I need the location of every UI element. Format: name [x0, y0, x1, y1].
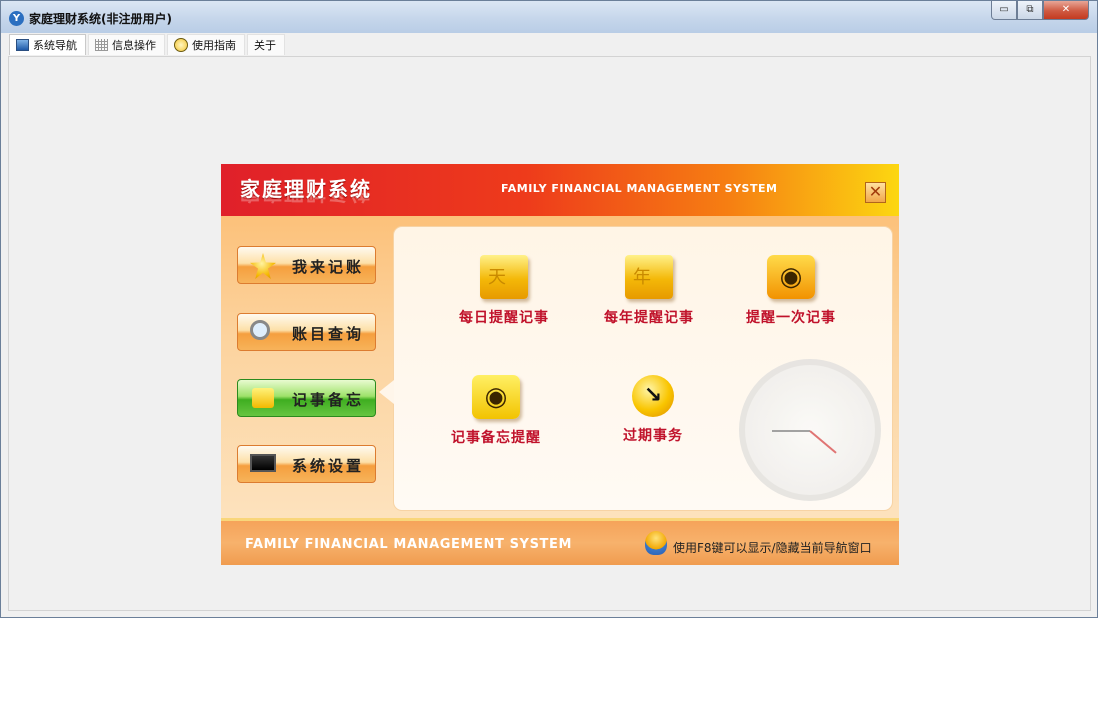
minimize-button[interactable]: ▭: [991, 1, 1017, 20]
panel-footer: FAMILY FINANCIAL MANAGEMENT SYSTEM 使用F8键…: [221, 518, 899, 565]
clock-watermark-icon: [739, 359, 881, 501]
magnifier-icon: [250, 320, 270, 340]
window-title: 家庭理财系统(非注册用户): [29, 12, 172, 26]
yearly-reminder-item[interactable]: 年 每年提醒记事: [584, 255, 714, 327]
menu-bar: 系统导航 信息操作 使用指南 关于: [9, 34, 287, 56]
monitor-icon: [250, 454, 276, 472]
item-label: 记事备忘提醒: [451, 430, 541, 446]
app-logo-icon: Y: [9, 11, 24, 26]
panel-close-button[interactable]: ✕: [865, 182, 886, 203]
one-time-reminder-item[interactable]: ◉ 提醒一次记事: [726, 255, 856, 327]
tab-user-guide[interactable]: 使用指南: [167, 34, 245, 55]
folder-glyph: 天: [488, 267, 506, 288]
button-label: 系统设置: [292, 457, 365, 475]
close-button[interactable]: ✕: [1043, 1, 1089, 20]
tab-label: 使用指南: [192, 39, 236, 52]
footer-hint: 使用F8键可以显示/隐藏当前导航窗口: [673, 541, 872, 555]
grid-icon: [95, 39, 108, 51]
panel-body: 我来记账 账目查询 记事备忘 系统设置 天 每日提醒记事 年 每年提醒记事 ◉ …: [221, 216, 899, 518]
restore-button[interactable]: ⧉: [1017, 1, 1043, 20]
button-label: 账目查询: [292, 325, 365, 343]
folder-glyph: 年: [633, 267, 651, 288]
navigation-panel: 家庭理财系统 家庭理财系统 FAMILY FINANCIAL MANAGEMEN…: [221, 164, 899, 565]
button-label: 我来记账: [292, 258, 365, 276]
content-area: 天 每日提醒记事 年 每年提醒记事 ◉ 提醒一次记事 ◉ 记事备忘提醒 ↘ 过期…: [393, 226, 893, 511]
folder-day-icon: 天: [480, 255, 528, 299]
rss-orange-icon: ◉: [767, 255, 815, 299]
star-icon: [250, 253, 276, 279]
folder-year-icon: 年: [625, 255, 673, 299]
tab-system-navigation[interactable]: 系统导航: [9, 34, 86, 55]
panel-subtitle: FAMILY FINANCIAL MANAGEMENT SYSTEM: [501, 182, 778, 195]
item-label: 过期事务: [623, 428, 683, 444]
tab-about[interactable]: 关于: [247, 34, 285, 55]
memo-reminder-item[interactable]: ◉ 记事备忘提醒: [431, 375, 561, 447]
nav-icon: [16, 39, 29, 51]
item-label: 每日提醒记事: [459, 310, 549, 326]
panel-title-reflection: 家庭理财系统: [240, 193, 372, 205]
clock-hour-hand: [772, 430, 810, 432]
rss-icon: [252, 388, 274, 408]
footer-title: FAMILY FINANCIAL MANAGEMENT SYSTEM: [245, 537, 573, 552]
tab-label: 关于: [254, 39, 276, 52]
memo-button[interactable]: 记事备忘: [237, 379, 376, 417]
person-icon: [645, 531, 667, 555]
tab-info-operation[interactable]: 信息操作: [88, 34, 165, 55]
button-label: 记事备忘: [292, 391, 365, 409]
guide-icon: [174, 38, 188, 52]
tab-label: 系统导航: [33, 39, 77, 52]
title-bar[interactable]: Y 家庭理财系统(非注册用户) ▭ ⧉ ✕: [1, 1, 1097, 33]
expired-items-item[interactable]: ↘ 过期事务: [588, 375, 718, 445]
daily-reminder-item[interactable]: 天 每日提醒记事: [439, 255, 569, 327]
rss-yellow-icon: ◉: [472, 375, 520, 419]
window-controls: ▭ ⧉ ✕: [991, 1, 1089, 21]
active-pointer: [379, 380, 394, 404]
tab-label: 信息操作: [112, 39, 156, 52]
item-label: 每年提醒记事: [604, 310, 694, 326]
account-query-button[interactable]: 账目查询: [237, 313, 376, 351]
arrow-circle-icon: ↘: [632, 375, 674, 417]
clock-second-hand: [809, 430, 837, 454]
bookkeeping-button[interactable]: 我来记账: [237, 246, 376, 284]
item-label: 提醒一次记事: [746, 310, 836, 326]
panel-header: 家庭理财系统 家庭理财系统 FAMILY FINANCIAL MANAGEMEN…: [221, 164, 899, 216]
system-settings-button[interactable]: 系统设置: [237, 445, 376, 483]
